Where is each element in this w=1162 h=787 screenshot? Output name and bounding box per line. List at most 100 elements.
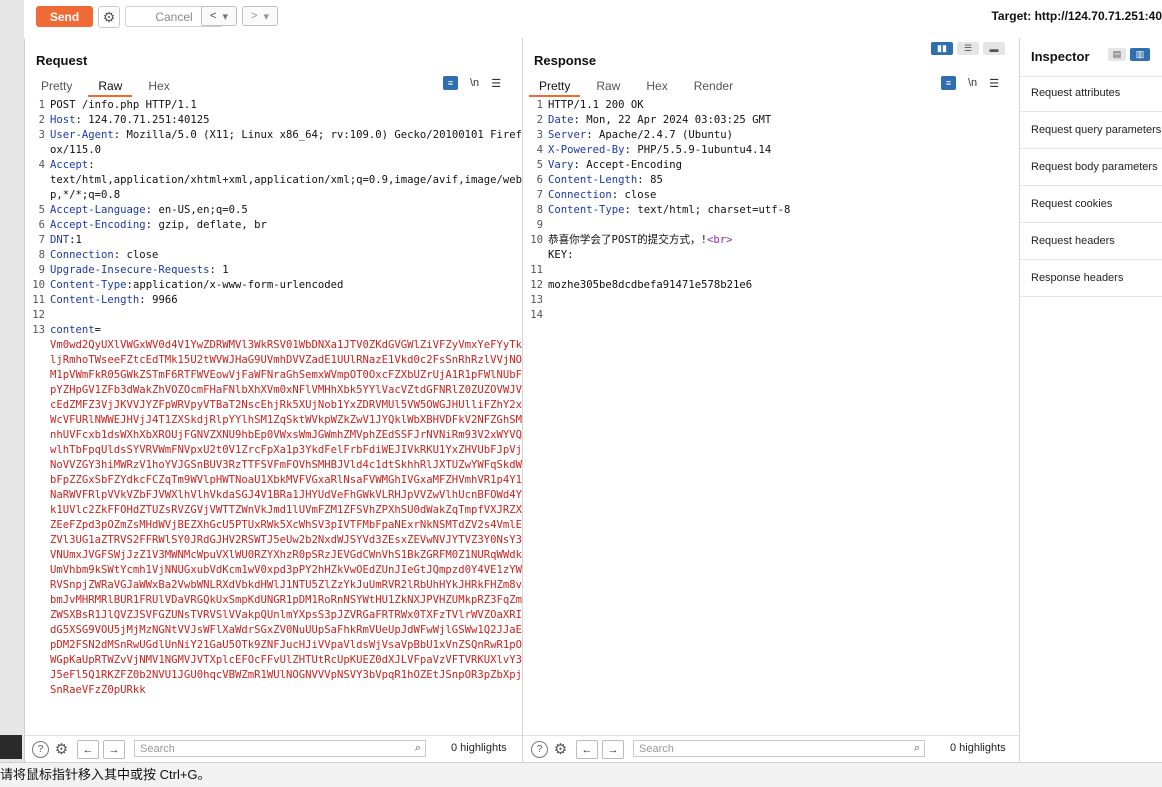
search-icon: ⌕	[414, 742, 421, 754]
header-separator: :	[113, 249, 127, 261]
wrap-lines-icon[interactable]: ≡	[941, 76, 956, 90]
line-content: Content-Length: 9966	[50, 293, 522, 308]
inspector-expand-icon[interactable]: ▥	[1130, 48, 1150, 61]
header-value: PHP/5.5.9-1ubuntu4.14	[637, 144, 772, 156]
header-separator: :	[88, 159, 95, 171]
show-newlines-icon[interactable]: \n	[470, 77, 479, 89]
layout-tabs-icon[interactable]: ▬	[983, 42, 1005, 55]
target-label[interactable]: Target: http://124.70.71.251:40	[991, 9, 1162, 23]
request-search-input[interactable]: Search ⌕	[134, 740, 426, 757]
request-title: Request	[36, 53, 88, 68]
forward-history-button[interactable]: > ▾	[242, 6, 278, 26]
inspector-item-response-headers[interactable]: Response headers	[1031, 272, 1123, 284]
editor-line: 5 Vary: Accept-Encoding	[523, 158, 1019, 173]
divider	[1020, 185, 1162, 186]
response-panel: ▮▮ ☰ ▬ Response Pretty Raw Hex Render ≡ …	[523, 38, 1020, 762]
menu-icon[interactable]: ☰	[491, 77, 501, 90]
send-button[interactable]: Send	[36, 6, 93, 27]
editor-line: 8 Content-Type: text/html; charset=utf-8	[523, 203, 1019, 218]
settings-icon[interactable]: ⚙	[54, 741, 69, 758]
editor-line: 6 Accept-Encoding: gzip, deflate, br	[25, 218, 522, 233]
inspector-item-request-attributes[interactable]: Request attributes	[1031, 87, 1120, 99]
header-separator: :	[75, 114, 89, 126]
header-value: text/html,application/xhtml+xml,applicat…	[50, 174, 522, 201]
menu-icon[interactable]: ☰	[989, 77, 999, 90]
help-icon[interactable]: ?	[531, 741, 548, 758]
request-view-tools: ≡ \n ☰	[443, 76, 501, 90]
header-name: Vary	[548, 159, 574, 171]
inspector-item-request-headers[interactable]: Request headers	[1031, 235, 1115, 247]
search-placeholder: Search	[639, 742, 674, 755]
editor-line: 5 Accept-Language: en-US,en;q=0.5	[25, 203, 522, 218]
header-value: gzip, deflate, br	[158, 219, 267, 231]
tab-response-render[interactable]: Render	[684, 77, 743, 95]
line-content: User-Agent: Mozilla/5.0 (X11; Linux x86_…	[50, 128, 522, 158]
settings-gear-icon[interactable]: ⚙	[98, 6, 120, 28]
line-number: 4	[38, 159, 45, 171]
forward-dropdown-icon[interactable]: ▾	[263, 10, 269, 23]
line-content: Host: 124.70.71.251:40125	[50, 113, 522, 128]
editor-line: 10 Content-Type:application/x-www-form-ur…	[25, 278, 522, 293]
request-editor[interactable]: 1 POST /info.php HTTP/1.1 2 Host: 124.70.71…	[25, 98, 522, 734]
status-bar: 请将鼠标指针移入其中或按 Ctrl+G。	[0, 762, 1162, 787]
divider	[1020, 111, 1162, 112]
editor-line: 9 Upgrade-Insecure-Requests: 1	[25, 263, 522, 278]
search-next-button[interactable]: →	[602, 740, 624, 759]
line-content: Accept-Encoding: gzip, deflate, br	[50, 218, 522, 233]
response-search-input[interactable]: Search ⌕	[633, 740, 925, 757]
search-prev-button[interactable]: ←	[77, 740, 99, 759]
header-value: HTTP/1.1 200 OK	[548, 99, 644, 111]
header-name: Server	[548, 129, 587, 141]
request-highlights-count: 0 highlights	[451, 742, 507, 754]
tab-request-hex[interactable]: Hex	[138, 77, 179, 95]
settings-icon[interactable]: ⚙	[553, 741, 568, 758]
inspector-item-request-body-parameters[interactable]: Request body parameters	[1031, 161, 1158, 173]
layout-side-by-side-icon[interactable]: ▮▮	[931, 42, 953, 55]
header-value: close	[624, 189, 657, 201]
search-prev-button[interactable]: ←	[576, 740, 598, 759]
line-content: content=	[50, 323, 522, 338]
line-content	[548, 263, 1019, 278]
header-separator: :	[573, 159, 587, 171]
divider	[1020, 76, 1162, 77]
header-value: 恭喜你学会了POST的提交方式，!<br> KEY:	[548, 234, 733, 261]
line-content: Date: Mon, 22 Apr 2024 03:03:25 GMT	[548, 113, 1019, 128]
line-content	[548, 218, 1019, 233]
back-history-button[interactable]: < ▾	[201, 6, 237, 26]
editor-line: 2 Host: 124.70.71.251:40125	[25, 113, 522, 128]
line-content: POST /info.php HTTP/1.1	[50, 98, 522, 113]
response-tabs: Pretty Raw Hex Render	[529, 77, 749, 97]
tab-response-pretty[interactable]: Pretty	[529, 77, 581, 97]
divider	[1020, 259, 1162, 260]
inspector-item-request-query-parameters[interactable]: Request query parameters	[1031, 124, 1161, 136]
help-icon[interactable]: ?	[32, 741, 49, 758]
search-next-button[interactable]: →	[103, 740, 125, 759]
header-value: close	[126, 249, 159, 261]
tab-response-hex[interactable]: Hex	[636, 77, 677, 95]
line-content: Connection: close	[548, 188, 1019, 203]
line-number: 11	[32, 294, 45, 306]
editor-line: 11	[523, 263, 1019, 278]
inspector-layout-icon[interactable]: ▤	[1108, 48, 1126, 61]
editor-line: 11 Content-Length: 9966	[25, 293, 522, 308]
show-newlines-icon[interactable]: \n	[968, 77, 977, 89]
response-editor[interactable]: 1 HTTP/1.1 200 OK 2 Date: Mon, 22 Apr 2024 …	[523, 98, 1019, 734]
editor-line: 13 content=	[25, 323, 522, 338]
back-dropdown-icon[interactable]: ▾	[222, 10, 228, 23]
editor-line: 4 X-Powered-By: PHP/5.5.9-1ubuntu4.14	[523, 143, 1019, 158]
editor-line: 8 Connection: close	[25, 248, 522, 263]
layout-stacked-icon[interactable]: ☰	[957, 42, 979, 55]
editor-line: 1 HTTP/1.1 200 OK	[523, 98, 1019, 113]
header-value: 124.70.71.251:40125	[88, 114, 210, 126]
inspector-item-request-cookies[interactable]: Request cookies	[1031, 198, 1112, 210]
header-value: mozhe305be8dcdbefa91471e578b21e6	[548, 279, 753, 291]
tab-request-pretty[interactable]: Pretty	[31, 77, 82, 95]
tab-request-raw[interactable]: Raw	[88, 77, 133, 97]
line-content: Server: Apache/2.4.7 (Ubuntu)	[548, 128, 1019, 143]
line-number: 2	[536, 114, 543, 126]
header-value: text/html; charset=utf-8	[637, 204, 791, 216]
header-name: Content-Length	[548, 174, 638, 186]
line-content: Content-Type:application/x-www-form-urle…	[50, 278, 522, 293]
wrap-lines-icon[interactable]: ≡	[443, 76, 458, 90]
tab-response-raw[interactable]: Raw	[586, 77, 630, 95]
